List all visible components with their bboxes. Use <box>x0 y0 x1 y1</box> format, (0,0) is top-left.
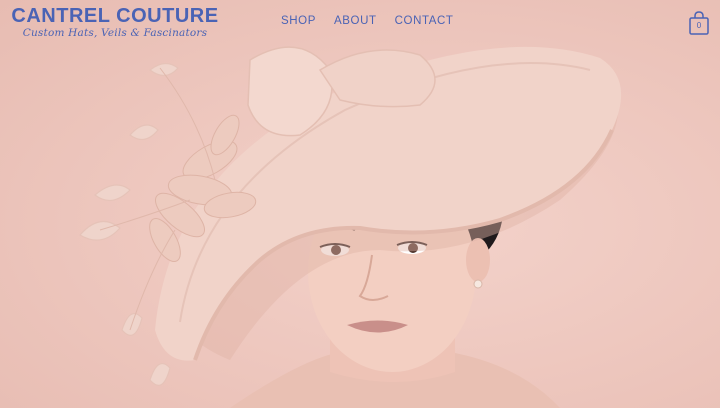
brand-tagline: Custom Hats, Veils & Fascinators <box>22 27 208 39</box>
nav-item-about[interactable]: ABOUT <box>334 15 377 27</box>
nav-item-contact[interactable]: CONTACT <box>395 15 454 27</box>
main-nav: SHOP ABOUT CONTACT <box>281 15 454 27</box>
nav-item-shop[interactable]: SHOP <box>281 15 316 27</box>
hero-illustration <box>79 46 622 408</box>
brand-name: CANTREL COUTURE <box>11 5 219 27</box>
brand-logo[interactable]: CANTREL COUTURE Custom Hats, Veils & Fas… <box>10 5 220 39</box>
cart-button[interactable]: 0 <box>688 10 710 36</box>
hero-image <box>0 0 720 408</box>
site-header: CANTREL COUTURE Custom Hats, Veils & Fas… <box>0 0 720 44</box>
cart-count: 0 <box>696 21 702 30</box>
